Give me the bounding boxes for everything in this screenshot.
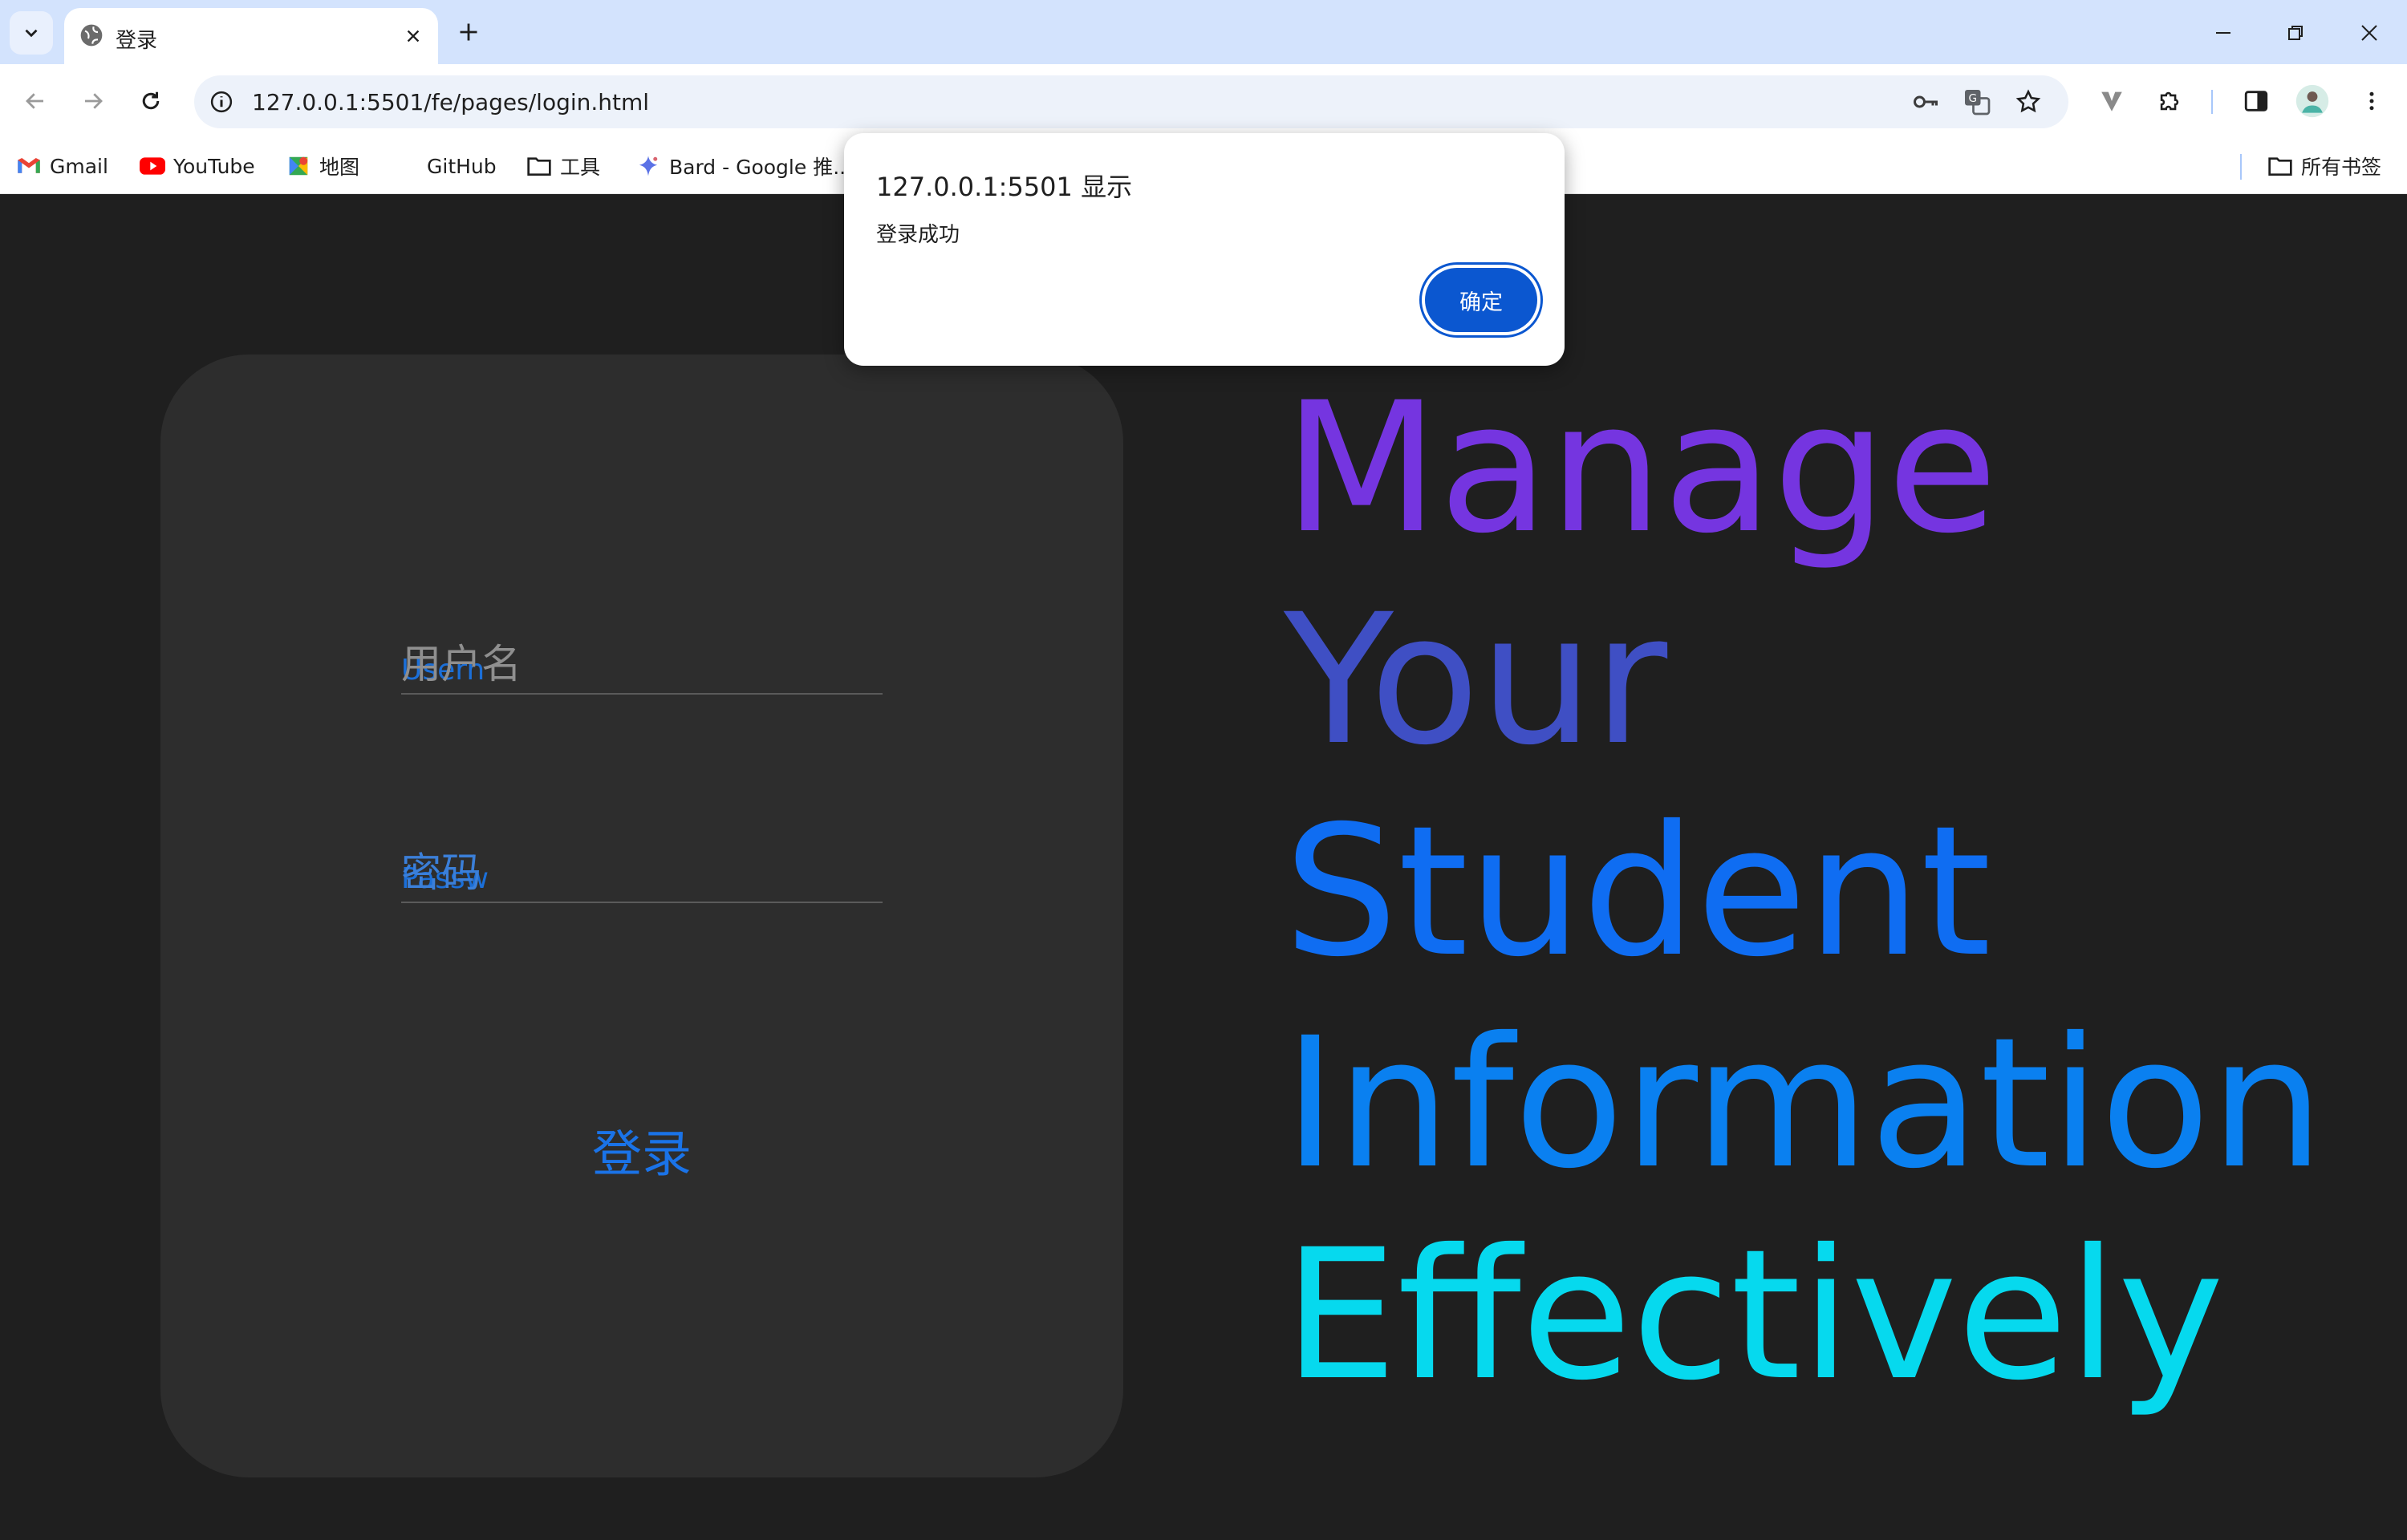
url-text[interactable]: 127.0.0.1:5501/fe/pages/login.html: [252, 89, 649, 116]
minimize-icon: [2216, 32, 2230, 34]
bookmark-github[interactable]: GitHub: [393, 149, 497, 183]
restore-icon: [2288, 26, 2303, 40]
slogan-line-information: Information: [1284, 999, 2324, 1208]
more-vert-icon: [2369, 91, 2374, 111]
info-icon: [210, 91, 233, 113]
arrow-right-icon: [85, 93, 103, 109]
new-tab-button[interactable]: [453, 16, 485, 48]
minimize-button[interactable]: [2203, 13, 2243, 53]
slogan-line-your: Your: [1284, 575, 1668, 784]
bookmark-bard[interactable]: Bard - Google 推...: [635, 149, 852, 183]
close-window-button[interactable]: [2349, 13, 2389, 53]
key-icon: [1914, 95, 1938, 108]
side-panel-button[interactable]: [2235, 80, 2277, 122]
slogan-line-effectively: Effectively: [1284, 1210, 2225, 1420]
alert-message: 登录成功: [876, 223, 960, 247]
address-bar[interactable]: 127.0.0.1:5501/fe/pages/login.html G: [194, 75, 2068, 128]
alert-ok-button[interactable]: 确定: [1425, 268, 1537, 332]
all-bookmarks-button[interactable]: 所有书签: [2267, 149, 2381, 183]
active-tab[interactable]: 登录: [64, 8, 438, 64]
back-button[interactable]: [14, 80, 56, 122]
youtube-icon: [140, 153, 165, 179]
slogan-line-student: Student: [1284, 787, 1991, 996]
chevron-down-icon: [25, 29, 38, 38]
login-button[interactable]: 登录: [160, 1113, 1123, 1185]
bookmark-folder-tools[interactable]: 工具: [526, 149, 600, 183]
reload-icon: [142, 91, 160, 110]
tab-title: 登录: [116, 29, 158, 53]
all-bookmarks-label: 所有书签: [2301, 156, 2382, 179]
bookmark-label: 工具: [560, 156, 601, 179]
github-icon: [393, 153, 419, 179]
extensions-button[interactable]: [2149, 80, 2190, 122]
bookmark-gmail[interactable]: Gmail: [16, 149, 108, 183]
toolbar-divider: [2211, 90, 2213, 114]
close-icon: [407, 30, 420, 43]
bookmark-label: 地图: [319, 156, 360, 179]
tab-strip: 登录: [0, 0, 2407, 64]
arrow-left-icon: [26, 93, 43, 109]
slogan-line-manage: Manage: [1284, 363, 1998, 573]
bard-icon: [635, 153, 661, 179]
avatar: [2295, 84, 2329, 118]
alert-dialog: 127.0.0.1:5501 显示 登录成功 确定: [844, 133, 1565, 366]
puzzle-icon: [2160, 91, 2179, 111]
bookmark-youtube[interactable]: YouTube: [140, 149, 255, 183]
password-field[interactable]: Passw 密码: [401, 839, 883, 903]
folder-icon: [526, 153, 552, 179]
username-field[interactable]: Usern 用户名: [401, 630, 883, 695]
site-info-button[interactable]: [205, 86, 237, 118]
forward-button[interactable]: [72, 80, 114, 122]
username-input[interactable]: 用户名: [401, 632, 522, 690]
bookmark-label: Bard - Google 推...: [669, 156, 853, 179]
translate-icon: G: [1965, 90, 1991, 116]
v-extension-icon: [2101, 91, 2122, 111]
bookmark-label: GitHub: [427, 154, 497, 178]
restore-button[interactable]: [2275, 13, 2316, 53]
extension-v-button[interactable]: [2091, 80, 2133, 122]
tab-close-button[interactable]: [400, 22, 427, 50]
star-icon: [2015, 89, 2041, 113]
gmail-icon: [16, 153, 42, 179]
plus-icon: [460, 23, 477, 41]
password-key-button[interactable]: [1910, 86, 1942, 118]
browser-toolbar: 127.0.0.1:5501/fe/pages/login.html G: [0, 64, 2407, 138]
bookmark-label: YouTube: [173, 154, 255, 178]
globe-icon: [80, 24, 103, 47]
reload-button[interactable]: [130, 80, 172, 122]
menu-button[interactable]: [2351, 80, 2393, 122]
password-input[interactable]: 密码: [401, 841, 481, 898]
bookmark-label: Gmail: [50, 154, 108, 178]
bookmark-star-button[interactable]: [2012, 86, 2044, 118]
profile-button[interactable]: [2291, 80, 2333, 122]
maps-icon: [286, 153, 311, 179]
tab-search-button[interactable]: [10, 11, 53, 55]
svg-text:G: G: [1969, 92, 1977, 105]
login-card: Usern 用户名 Passw 密码 登录: [160, 355, 1123, 1477]
close-icon: [2361, 25, 2377, 41]
slogan-heading: Manage Your Student Information Effectiv…: [1284, 363, 2324, 1421]
bookmark-maps[interactable]: 地图: [286, 149, 359, 183]
folder-icon: [2267, 153, 2293, 179]
side-panel-icon: [2244, 91, 2268, 111]
alert-title: 127.0.0.1:5501 显示: [876, 172, 1133, 202]
translate-button[interactable]: G: [1961, 86, 1993, 118]
bookmarks-divider: [2240, 154, 2242, 180]
